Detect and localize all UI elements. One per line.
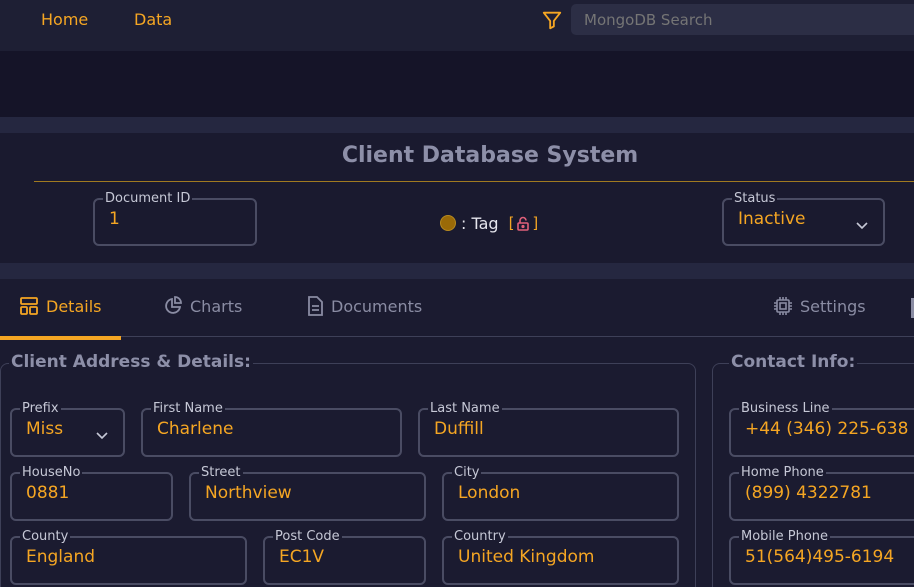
divider-band — [0, 117, 914, 133]
home-phone-label: Home Phone — [741, 465, 824, 480]
city-value: London — [458, 483, 521, 503]
tag-label: : Tag — [461, 213, 499, 233]
document-icon — [308, 296, 323, 316]
nav-data-link[interactable]: Data — [134, 10, 172, 29]
chevron-down-icon — [96, 432, 108, 440]
house-no-label: HouseNo — [22, 465, 81, 480]
tab-charts-label: Charts — [190, 296, 243, 316]
tag-lock-bracket-open: [ — [508, 214, 515, 232]
document-id-value: 1 — [109, 209, 120, 229]
post-code-field[interactable]: Post Code EC1V — [263, 530, 426, 585]
details-icon — [20, 297, 38, 315]
county-field[interactable]: County England — [10, 530, 247, 585]
post-code-value: EC1V — [279, 547, 325, 567]
tab-bar: Details Charts Documents Settings — [0, 279, 914, 337]
client-address-title: Client Address & Details: — [9, 352, 253, 372]
country-label: Country — [454, 529, 506, 544]
title-divider — [34, 181, 914, 182]
status-value: Inactive — [738, 209, 806, 229]
prefix-label: Prefix — [22, 401, 59, 416]
status-select[interactable]: Status Inactive — [722, 192, 885, 246]
last-name-value: Duffill — [434, 419, 484, 439]
first-name-label: First Name — [153, 401, 223, 416]
active-tab-indicator — [0, 336, 121, 340]
last-name-field[interactable]: Last Name Duffill — [418, 402, 679, 457]
business-line-field[interactable]: Business Line +44 (346) 225-638 — [729, 402, 914, 457]
last-name-label: Last Name — [430, 401, 500, 416]
business-line-label: Business Line — [741, 401, 830, 416]
house-no-field[interactable]: HouseNo 0881 — [10, 466, 173, 521]
contact-info-title: Contact Info: — [729, 352, 858, 372]
county-label: County — [22, 529, 69, 544]
street-label: Street — [201, 465, 241, 480]
tab-settings-label: Settings — [800, 296, 866, 316]
mobile-phone-value: 51(564)495-6194 — [745, 547, 895, 567]
house-no-value: 0881 — [26, 483, 70, 503]
status-label: Status — [734, 191, 776, 206]
tab-settings[interactable]: Settings — [773, 296, 866, 316]
city-field[interactable]: City London — [442, 466, 679, 521]
search-input[interactable] — [571, 4, 914, 35]
prefix-select[interactable]: Prefix Miss — [10, 402, 125, 457]
tag-indicator[interactable]: : Tag [ ] — [440, 213, 538, 233]
tab-details-label: Details — [46, 296, 102, 316]
chevron-down-icon — [856, 222, 868, 230]
tag-lock[interactable]: [ ] — [509, 214, 539, 232]
country-field[interactable]: Country United Kingdom — [442, 530, 679, 585]
country-value: United Kingdom — [458, 547, 595, 567]
tag-color-dot — [440, 215, 456, 231]
spacer-band — [0, 51, 914, 117]
unlock-icon — [517, 216, 530, 231]
tag-lock-bracket-close: ] — [532, 214, 539, 232]
filter-icon[interactable] — [541, 9, 563, 31]
top-navbar: Home Data — [0, 0, 914, 51]
pie-chart-icon — [165, 296, 182, 314]
first-name-value: Charlene — [157, 419, 234, 439]
business-line-value: +44 (346) 225-638 — [745, 419, 909, 439]
street-field[interactable]: Street Northview — [189, 466, 426, 521]
home-phone-field[interactable]: Home Phone (899) 4322781 — [729, 466, 914, 521]
document-id-label: Document ID — [105, 191, 191, 206]
mobile-phone-label: Mobile Phone — [741, 529, 829, 544]
first-name-field[interactable]: First Name Charlene — [141, 402, 402, 457]
chip-icon — [774, 297, 792, 315]
tab-charts[interactable]: Charts — [163, 296, 242, 316]
tab-documents-label: Documents — [331, 296, 423, 316]
post-code-label: Post Code — [275, 529, 340, 544]
city-label: City — [454, 465, 480, 480]
nav-home-link[interactable]: Home — [41, 10, 88, 29]
mobile-phone-field[interactable]: Mobile Phone 51(564)495-6194 — [729, 530, 914, 585]
county-value: England — [26, 547, 96, 567]
street-value: Northview — [205, 483, 292, 503]
divider-band-2 — [0, 263, 914, 279]
tab-details[interactable]: Details — [19, 296, 101, 316]
tab-documents[interactable]: Documents — [306, 296, 422, 316]
document-id-field[interactable]: Document ID 1 — [93, 192, 257, 246]
home-phone-value: (899) 4322781 — [745, 483, 872, 503]
page-title: Client Database System — [341, 143, 639, 168]
